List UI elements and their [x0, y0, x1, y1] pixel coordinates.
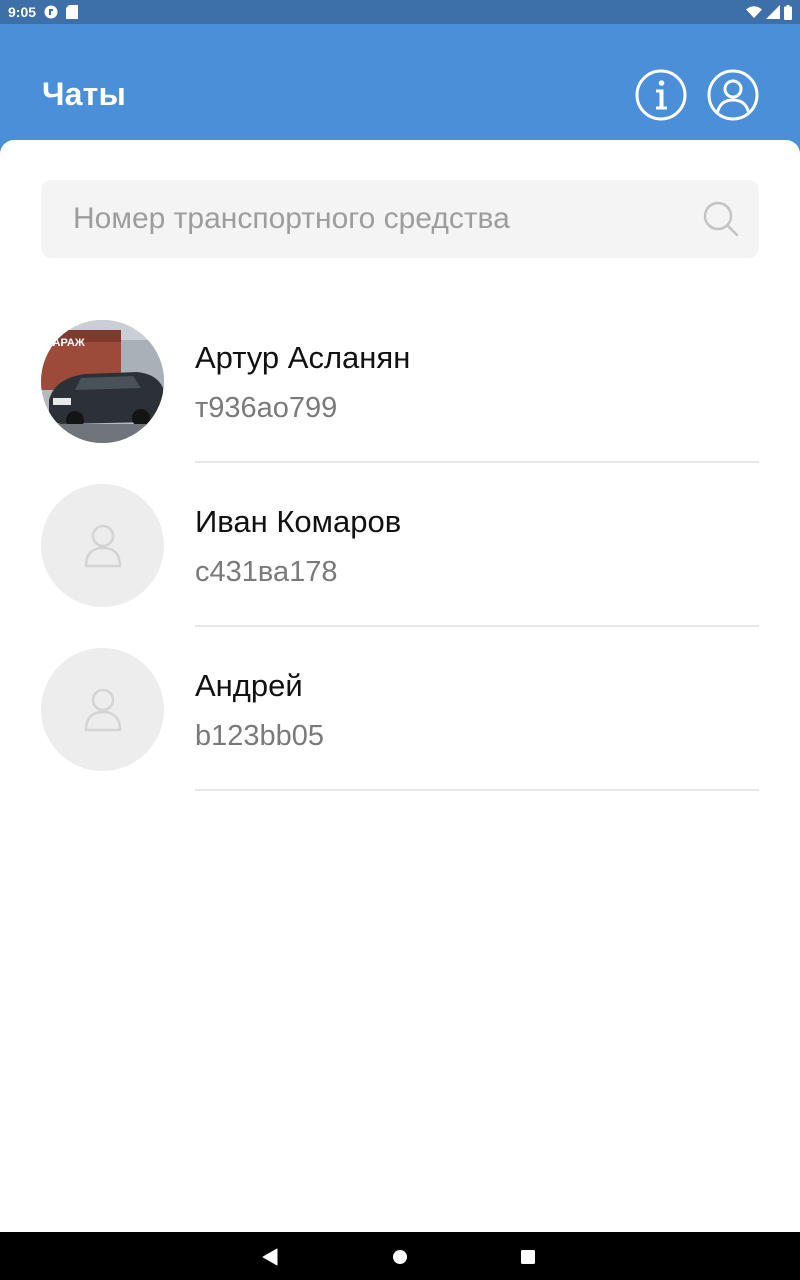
avatar [41, 484, 164, 607]
back-triangle-icon [262, 1248, 278, 1266]
avatar [41, 648, 164, 771]
user-circle-icon [707, 69, 759, 121]
user-placeholder-icon [84, 524, 121, 567]
search-input[interactable] [73, 180, 693, 258]
divider [195, 461, 759, 463]
chat-name: Иван Комаров [195, 504, 402, 539]
signal-icon [766, 5, 780, 19]
chat-item[interactable]: Иван Комаров с431ва178 [0, 484, 800, 648]
profile-button[interactable] [707, 69, 759, 121]
chat-list: ГАРАЖ Артур Асланян т936ао799 Иван Комар… [0, 320, 800, 812]
info-button[interactable] [635, 69, 687, 121]
chat-plate-number: b123bb05 [195, 720, 325, 752]
notification-app-icon [44, 5, 58, 19]
svg-text:ГАРАЖ: ГАРАЖ [47, 337, 85, 349]
sd-card-icon [66, 5, 79, 19]
chat-item[interactable]: ГАРАЖ Артур Асланян т936ао799 [0, 320, 800, 484]
back-button[interactable] [255, 1242, 285, 1272]
content-panel: ГАРАЖ Артур Асланян т936ао799 [0, 140, 800, 1232]
search-box[interactable] [41, 180, 759, 258]
chat-plate-number: т936ао799 [195, 392, 338, 424]
status-time: 9:05 [8, 4, 37, 20]
car-photo-avatar: ГАРАЖ [41, 320, 164, 443]
divider [195, 789, 759, 791]
chat-name: Артур Асланян [195, 340, 411, 375]
system-nav-bar [0, 1232, 800, 1280]
search-icon[interactable] [702, 200, 740, 238]
chat-item[interactable]: Андрей b123bb05 [0, 648, 800, 812]
wifi-icon [746, 6, 762, 18]
user-placeholder-icon [84, 688, 121, 731]
home-button[interactable] [385, 1242, 415, 1272]
chat-name: Андрей [195, 668, 303, 703]
battery-icon [784, 4, 792, 20]
avatar: ГАРАЖ [41, 320, 164, 443]
info-icon [635, 69, 687, 121]
page-title: Чаты [42, 76, 127, 112]
recents-button[interactable] [513, 1242, 543, 1272]
recents-square-icon [521, 1250, 535, 1264]
status-bar: 9:05 [0, 0, 800, 24]
app-bar: Чаты [0, 24, 800, 144]
home-circle-icon [393, 1250, 407, 1264]
divider [195, 625, 759, 627]
chat-plate-number: с431ва178 [195, 556, 338, 588]
